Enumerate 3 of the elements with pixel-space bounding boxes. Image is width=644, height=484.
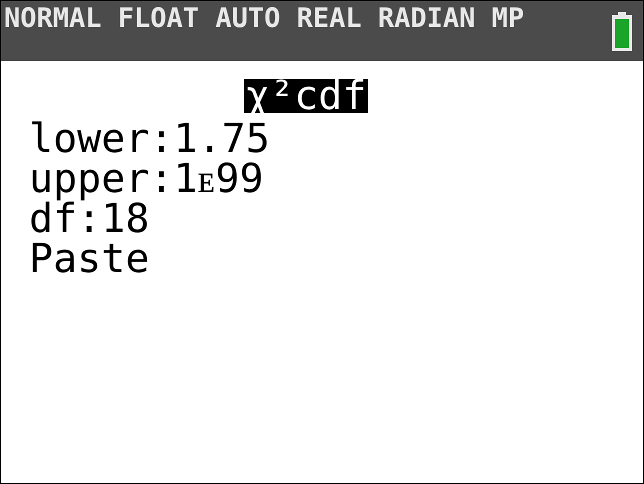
field-label: lower: xyxy=(29,116,174,162)
battery-icon xyxy=(611,12,633,52)
mode-indicators: NORMAL FLOAT AUTO REAL RADIAN MP xyxy=(4,3,524,35)
